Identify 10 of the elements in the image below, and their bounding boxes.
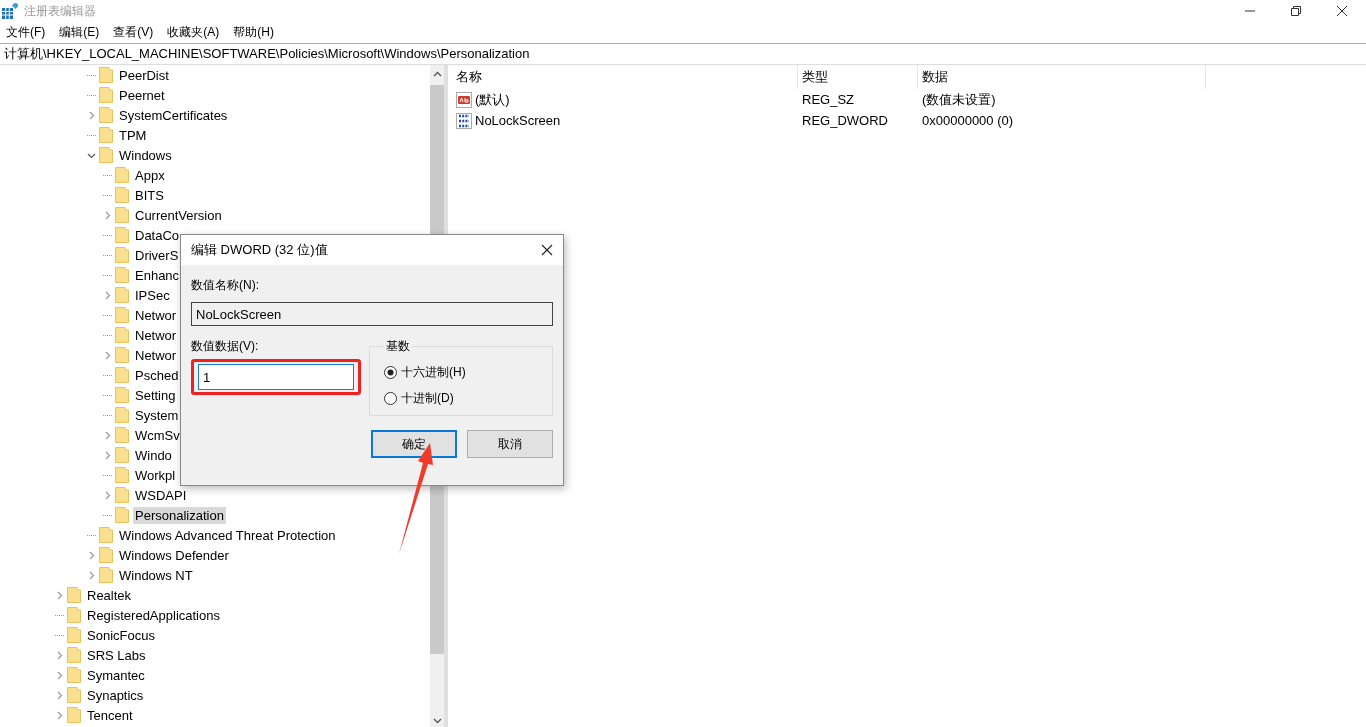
field-label: 数值数据(V): [191, 338, 260, 355]
value-type: REG_DWORD [801, 113, 889, 128]
group-label: 基数 [385, 338, 411, 355]
value-data: (数值未设置) [921, 90, 997, 109]
window-title: 注册表编辑器 [24, 2, 96, 20]
dialog-title: 编辑 DWORD (32 位)值 [191, 241, 328, 259]
value-type: REG_SZ [801, 92, 855, 107]
value-data: 0x00000000 (0) [921, 113, 1015, 128]
value-name-field: NoLockScreen [191, 302, 553, 326]
field-label: 数值名称(N): [191, 277, 260, 294]
